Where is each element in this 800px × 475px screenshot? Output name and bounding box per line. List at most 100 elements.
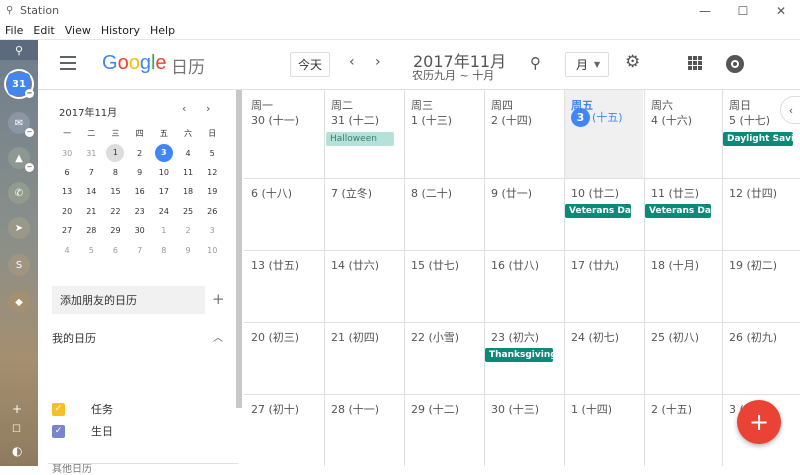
mini-day-cell[interactable]: 18	[176, 187, 200, 196]
add-calendar-plus-icon[interactable]: +	[212, 290, 225, 308]
day-cell-date[interactable]: 13 (廿五)	[251, 257, 299, 273]
mini-day-cell[interactable]: 5	[79, 246, 103, 255]
mini-day-cell[interactable]: 10	[200, 246, 224, 255]
add-app-icon[interactable]: +	[12, 402, 22, 416]
prev-month-button[interactable]: ‹	[349, 54, 355, 70]
event-daylight-saving[interactable]: Daylight Saving Time ends	[723, 132, 793, 146]
day-cell-date[interactable]: 6 (十八)	[251, 185, 292, 201]
tag-app-icon[interactable]: ◆	[8, 291, 30, 313]
day-cell-date[interactable]: 31 (十二)	[331, 112, 379, 128]
sidebar-scrollbar[interactable]	[236, 90, 242, 408]
day-cell-date[interactable]: 3 (十五)	[571, 108, 623, 127]
day-cell-date[interactable]: 28 (十一)	[331, 401, 379, 417]
day-cell-date[interactable]: 21 (初四)	[331, 329, 379, 345]
calendar-item-tasks[interactable]: ✓ 任务	[52, 401, 113, 417]
mini-day-cell[interactable]: 12	[200, 168, 224, 177]
day-cell-date[interactable]: 24 (初七)	[571, 329, 619, 345]
add-friend-calendar-input[interactable]: 添加朋友的日历	[52, 286, 205, 314]
day-cell-date[interactable]: 12 (廿四)	[729, 185, 777, 201]
day-cell-date[interactable]: 16 (廿八)	[491, 257, 539, 273]
mini-day-cell[interactable]: 4	[176, 149, 200, 158]
day-cell-date[interactable]: 10 (廿二)	[571, 185, 619, 201]
collapse-side-panel-button[interactable]: ‹	[780, 96, 800, 124]
minimize-button[interactable]: —	[686, 0, 724, 21]
mini-day-cell[interactable]: 24	[152, 207, 176, 216]
mini-day-cell[interactable]: 2	[176, 226, 200, 235]
menu-help[interactable]: Help	[145, 24, 180, 37]
mini-day-cell[interactable]: 3	[200, 226, 224, 235]
day-cell-date[interactable]: 30 (十一)	[251, 112, 299, 128]
mini-day-cell[interactable]: 29	[103, 226, 127, 235]
mini-day-cell[interactable]: 8	[152, 246, 176, 255]
mini-day-cell[interactable]: 1	[103, 144, 127, 163]
mini-day-cell[interactable]: 6	[55, 168, 79, 177]
mini-day-cell[interactable]: 30	[128, 226, 152, 235]
today-button[interactable]: 今天	[290, 52, 330, 77]
mini-day-cell[interactable]: 6	[103, 246, 127, 255]
day-cell-date[interactable]: 8 (二十)	[411, 185, 452, 201]
view-selector[interactable]: 月 ▼	[565, 52, 609, 77]
checkbox-birthdays[interactable]: ✓	[52, 424, 65, 438]
mini-day-cell[interactable]: 4	[55, 246, 79, 255]
whatsapp-app-icon[interactable]: ✆	[8, 182, 30, 204]
calendar-item-birthdays[interactable]: ✓ 生日	[52, 423, 113, 439]
event-halloween[interactable]: Halloween	[326, 132, 394, 146]
day-cell-date[interactable]: 25 (初八)	[651, 329, 699, 345]
mini-next-button[interactable]: ›	[206, 102, 210, 115]
window-icon[interactable]: ☐	[12, 424, 21, 435]
day-cell-date[interactable]: 20 (初三)	[251, 329, 299, 345]
mini-day-cell[interactable]: 19	[200, 187, 224, 196]
day-cell-date[interactable]: 11 (廿三)	[651, 185, 699, 201]
day-cell-date[interactable]: 2 (十五)	[651, 401, 692, 417]
mini-day-cell[interactable]: 3	[152, 144, 176, 163]
mini-day-cell[interactable]: 26	[200, 207, 224, 216]
profile-icon[interactable]: ◐	[12, 444, 22, 458]
google-calendar-app-icon[interactable]: 31−	[8, 73, 34, 98]
day-cell-date[interactable]: 19 (初二)	[729, 257, 777, 273]
google-drive-app-icon[interactable]: ▲ −	[8, 147, 34, 172]
mini-day-cell[interactable]: 10	[152, 168, 176, 177]
create-event-button[interactable]: +	[737, 400, 781, 444]
event-veterans-day[interactable]: Veterans Day	[645, 204, 711, 218]
day-cell-date[interactable]: 9 (廿一)	[491, 185, 532, 201]
menu-view[interactable]: View	[60, 24, 96, 37]
mini-day-cell[interactable]: 27	[55, 226, 79, 235]
mini-day-cell[interactable]: 7	[79, 168, 103, 177]
skype-app-icon[interactable]: S	[8, 254, 30, 276]
day-cell-date[interactable]: 5 (十七)	[729, 112, 770, 128]
mini-day-cell[interactable]: 15	[103, 187, 127, 196]
apps-grid-icon[interactable]	[688, 56, 702, 70]
mini-day-cell[interactable]: 22	[103, 207, 127, 216]
day-cell-date[interactable]: 14 (廿六)	[331, 257, 379, 273]
mini-day-cell[interactable]: 11	[176, 168, 200, 177]
mini-day-cell[interactable]: 28	[79, 226, 103, 235]
gear-icon[interactable]: ⚙	[625, 52, 640, 72]
next-month-button[interactable]: ›	[375, 54, 381, 70]
mini-day-cell[interactable]: 9	[128, 168, 152, 177]
mini-day-cell[interactable]: 17	[152, 187, 176, 196]
search-icon[interactable]: ⚲	[530, 54, 541, 72]
mini-day-cell[interactable]: 1	[152, 226, 176, 235]
day-cell-date[interactable]: 7 (立冬)	[331, 185, 372, 201]
account-avatar[interactable]	[726, 55, 744, 73]
menu-file[interactable]: File	[0, 24, 28, 37]
day-cell-date[interactable]: 18 (十月)	[651, 257, 699, 273]
day-cell-date[interactable]: 15 (廿七)	[411, 257, 459, 273]
mini-day-cell[interactable]: 14	[79, 187, 103, 196]
mini-day-cell[interactable]: 7	[128, 246, 152, 255]
telegram-app-icon[interactable]: ➤	[8, 217, 30, 239]
gmail-app-icon[interactable]: ✉ −	[8, 112, 34, 137]
close-button[interactable]: ✕	[762, 0, 800, 21]
mini-prev-button[interactable]: ‹	[182, 102, 186, 115]
day-cell-date[interactable]: 30 (十三)	[491, 401, 539, 417]
mini-day-cell[interactable]: 31	[79, 149, 103, 158]
day-cell-date[interactable]: 26 (初九)	[729, 329, 777, 345]
day-cell-date[interactable]: 22 (小雪)	[411, 329, 459, 345]
mini-day-cell[interactable]: 30	[55, 149, 79, 158]
mini-day-cell[interactable]: 5	[200, 149, 224, 158]
my-calendars-heading[interactable]: 我的日历	[52, 330, 96, 346]
mini-day-cell[interactable]: 16	[128, 187, 152, 196]
day-cell-date[interactable]: 29 (十二)	[411, 401, 459, 417]
dock-search-icon[interactable]: ⚲	[0, 40, 38, 60]
menu-history[interactable]: History	[96, 24, 145, 37]
